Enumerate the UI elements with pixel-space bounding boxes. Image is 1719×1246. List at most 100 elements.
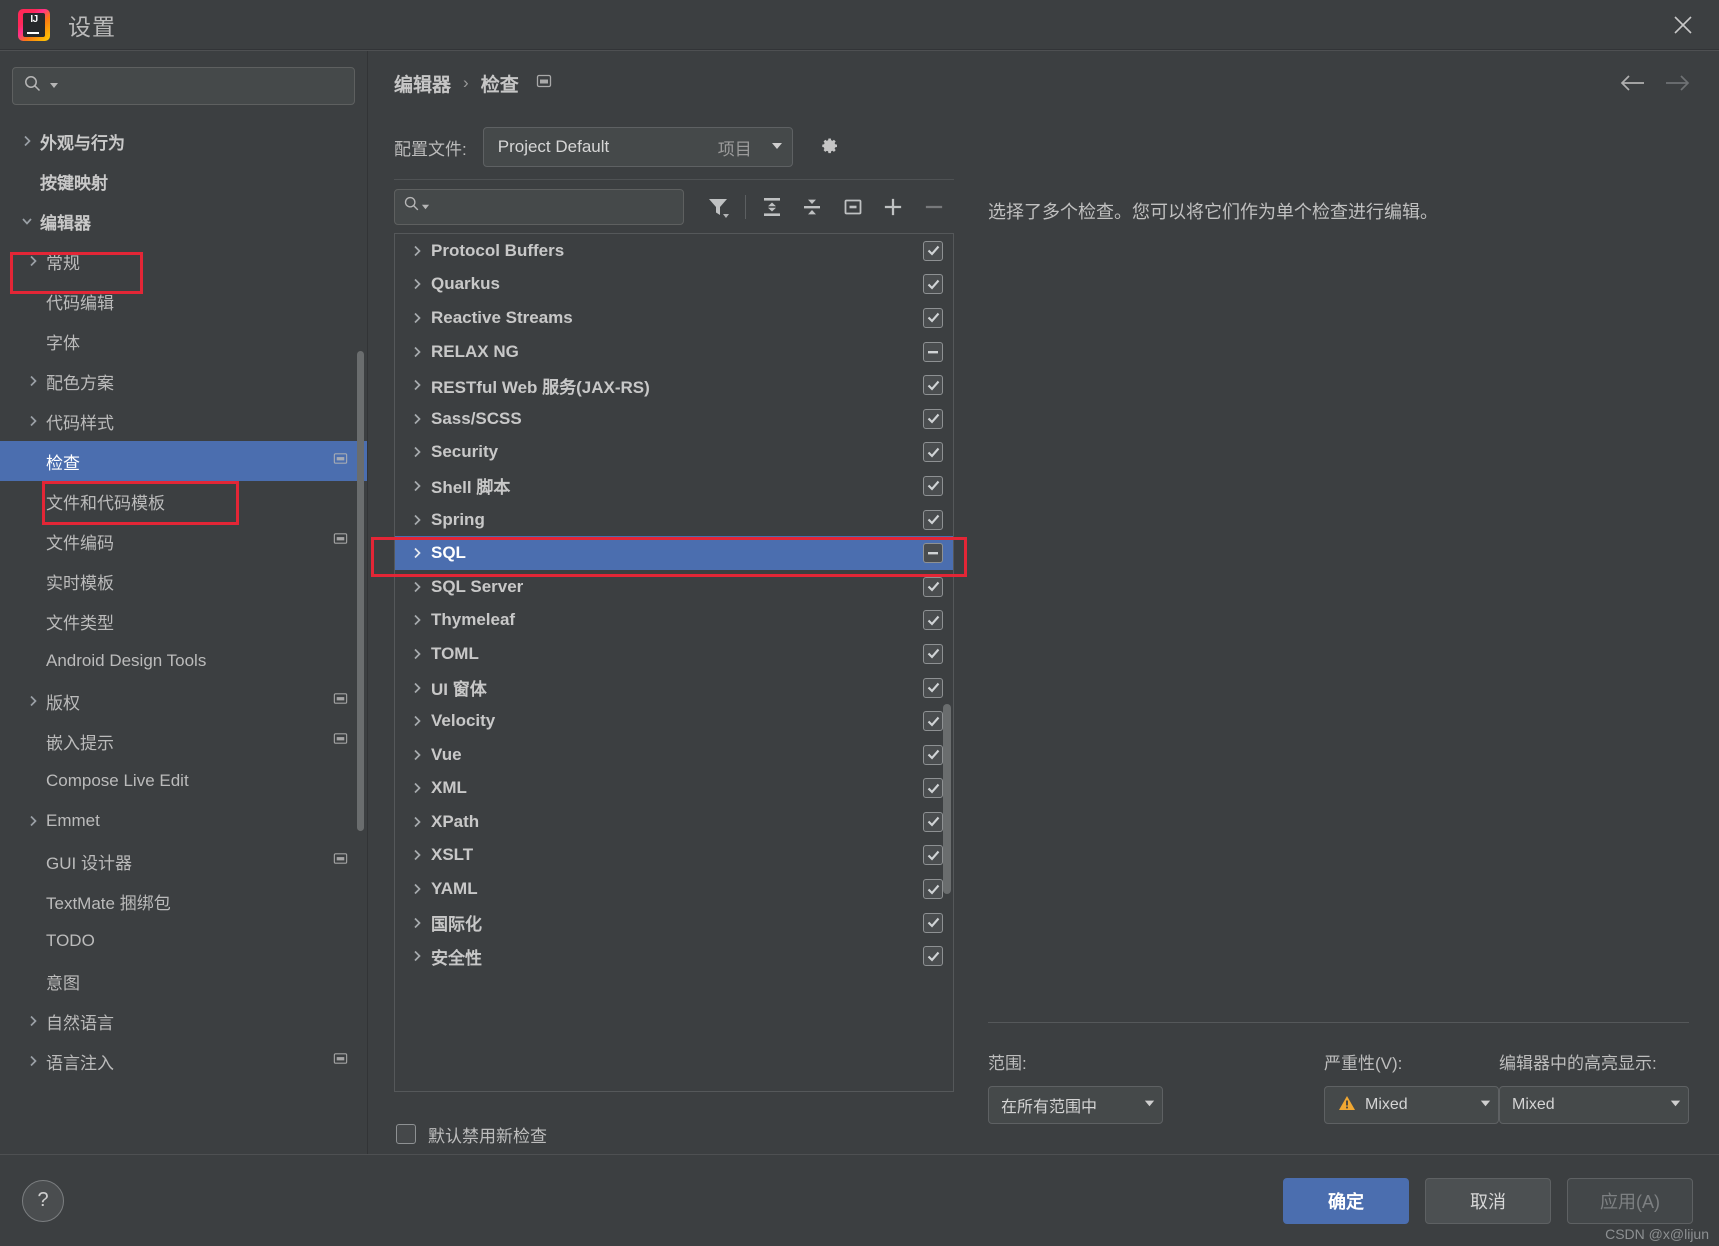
- chevron-right-icon[interactable]: [20, 1014, 46, 1028]
- inspection-row[interactable]: XPath: [395, 805, 953, 839]
- profile-combo[interactable]: Project Default 项目: [482, 127, 793, 167]
- close-icon[interactable]: [1661, 5, 1705, 45]
- chevron-right-icon[interactable]: [403, 916, 431, 930]
- sidebar-scrollbar[interactable]: [357, 351, 364, 831]
- sidebar-item-19[interactable]: TextMate 捆绑包: [0, 881, 367, 921]
- sidebar-search-box[interactable]: [12, 67, 355, 105]
- inspection-row[interactable]: Protocol Buffers: [395, 234, 953, 268]
- checkbox-checked[interactable]: [923, 509, 943, 530]
- expand-all-icon[interactable]: [751, 187, 792, 227]
- chevron-right-icon[interactable]: [403, 546, 431, 560]
- chevron-right-icon[interactable]: [20, 374, 46, 388]
- sidebar-item-8[interactable]: 检查: [0, 441, 367, 481]
- chevron-right-icon[interactable]: [20, 414, 46, 428]
- chevron-right-icon[interactable]: [403, 277, 431, 291]
- checkbox-checked[interactable]: [923, 677, 943, 698]
- chevron-right-icon[interactable]: [20, 254, 46, 268]
- sidebar-item-1[interactable]: 按键映射: [0, 161, 367, 201]
- chevron-right-icon[interactable]: [403, 244, 431, 258]
- inspection-row[interactable]: XSLT: [395, 839, 953, 873]
- chevron-right-icon[interactable]: [403, 378, 431, 392]
- apply-button[interactable]: 应用(A): [1567, 1177, 1693, 1224]
- search-dropdown-caret[interactable]: [49, 77, 59, 95]
- sidebar-item-3[interactable]: 常规: [0, 241, 367, 281]
- chevron-right-icon[interactable]: [20, 814, 46, 828]
- chevron-right-icon[interactable]: [403, 311, 431, 325]
- chevron-down-icon[interactable]: [14, 214, 40, 228]
- checkbox-checked[interactable]: [923, 711, 943, 732]
- inspection-row[interactable]: Reactive Streams: [395, 301, 953, 335]
- checkbox-checked[interactable]: [923, 778, 943, 799]
- checkbox-checked[interactable]: [923, 912, 943, 933]
- sidebar-item-16[interactable]: Compose Live Edit: [0, 761, 367, 801]
- sidebar-search-input[interactable]: [59, 76, 344, 96]
- remove-icon[interactable]: [914, 187, 955, 227]
- inspection-row[interactable]: RELAX NG: [395, 335, 953, 369]
- inspection-row[interactable]: TOML: [395, 637, 953, 671]
- chevron-right-icon[interactable]: [403, 681, 431, 695]
- help-button[interactable]: ?: [22, 1179, 64, 1222]
- checkbox-checked[interactable]: [923, 576, 943, 597]
- chevron-right-icon[interactable]: [403, 345, 431, 359]
- checkbox-checked[interactable]: [923, 240, 943, 261]
- sidebar-item-17[interactable]: Emmet: [0, 801, 367, 841]
- chevron-right-icon[interactable]: [403, 479, 431, 493]
- sidebar-item-7[interactable]: 代码样式: [0, 401, 367, 441]
- sidebar-item-23[interactable]: 语言注入: [0, 1041, 367, 1081]
- chevron-right-icon[interactable]: [403, 781, 431, 795]
- checkbox-checked[interactable]: [923, 946, 943, 967]
- collapse-all-icon[interactable]: [792, 187, 833, 227]
- sidebar-item-9[interactable]: 文件和代码模板: [0, 481, 367, 521]
- checkbox-checked[interactable]: [923, 408, 943, 429]
- inspection-list[interactable]: Protocol Buffers Quarkus Reactive Streams R…: [394, 233, 954, 1092]
- disable-new-inspections-checkbox[interactable]: [396, 1124, 416, 1144]
- disable-new-inspections-row[interactable]: 默认禁用新检查: [394, 1114, 954, 1154]
- chevron-right-icon[interactable]: [403, 815, 431, 829]
- inspection-row[interactable]: Quarkus: [395, 268, 953, 302]
- sidebar-item-5[interactable]: 字体: [0, 321, 367, 361]
- checkbox-checked[interactable]: [923, 307, 943, 328]
- inspection-row[interactable]: Thymeleaf: [395, 604, 953, 638]
- checkbox-checked[interactable]: [923, 610, 943, 631]
- inspection-row[interactable]: Vue: [395, 738, 953, 772]
- cancel-button[interactable]: 取消: [1425, 1177, 1551, 1224]
- chevron-right-icon[interactable]: [403, 445, 431, 459]
- chevron-right-icon[interactable]: [403, 748, 431, 762]
- sidebar-item-15[interactable]: 嵌入提示: [0, 721, 367, 761]
- severity-combo[interactable]: Mixed: [1324, 1086, 1499, 1124]
- scope-combo[interactable]: 在所有范围中: [988, 1086, 1163, 1124]
- chevron-right-icon[interactable]: [403, 513, 431, 527]
- filter-icon[interactable]: [698, 187, 739, 227]
- sidebar-item-22[interactable]: 自然语言: [0, 1001, 367, 1041]
- highlight-combo[interactable]: Mixed: [1499, 1086, 1689, 1124]
- inspection-search-input[interactable]: [430, 197, 675, 216]
- checkbox-checked[interactable]: [923, 811, 943, 832]
- inspection-row[interactable]: Sass/SCSS: [395, 402, 953, 436]
- chevron-right-icon[interactable]: [20, 1054, 46, 1068]
- sidebar-item-10[interactable]: 文件编码: [0, 521, 367, 561]
- checkbox-checked[interactable]: [923, 475, 943, 496]
- sidebar-item-20[interactable]: TODO: [0, 921, 367, 961]
- inspection-row[interactable]: UI 窗体: [395, 671, 953, 705]
- chevron-right-icon[interactable]: [403, 714, 431, 728]
- inspection-row[interactable]: Security: [395, 436, 953, 470]
- checkbox-checked[interactable]: [923, 845, 943, 866]
- inspection-row[interactable]: YAML: [395, 872, 953, 906]
- reset-icon[interactable]: [833, 187, 874, 227]
- search-dropdown-caret[interactable]: [421, 198, 430, 216]
- inspection-row[interactable]: RESTful Web 服务(JAX-RS): [395, 368, 953, 402]
- arrow-right-icon[interactable]: [1655, 63, 1699, 103]
- sidebar-item-0[interactable]: 外观与行为: [0, 121, 367, 161]
- chevron-right-icon[interactable]: [403, 412, 431, 426]
- sidebar-item-21[interactable]: 意图: [0, 961, 367, 1001]
- checkbox-checked[interactable]: [923, 442, 943, 463]
- sidebar-item-4[interactable]: 代码编辑: [0, 281, 367, 321]
- inspection-row[interactable]: SQL: [395, 536, 953, 570]
- checkbox-checked[interactable]: [923, 274, 943, 295]
- chevron-right-icon[interactable]: [403, 848, 431, 862]
- sidebar-item-2[interactable]: 编辑器: [0, 201, 367, 241]
- inspection-row[interactable]: XML: [395, 772, 953, 806]
- sidebar-item-14[interactable]: 版权: [0, 681, 367, 721]
- gear-icon[interactable]: [815, 134, 841, 160]
- sidebar-item-6[interactable]: 配色方案: [0, 361, 367, 401]
